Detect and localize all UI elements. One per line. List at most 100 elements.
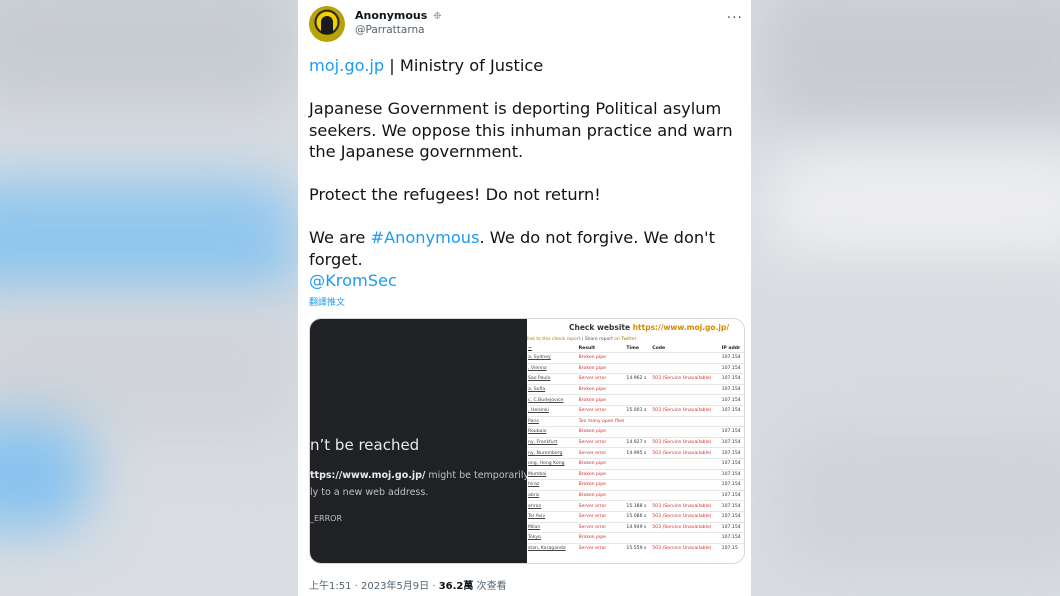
- results-row: Tel Aviv Server error 15.086 s 503 (Service…: [527, 510, 744, 522]
- results-row: a, Sofia Broken pipe 107.154: [527, 383, 744, 395]
- results-cell-code: [651, 426, 721, 438]
- results-cell-loc: stan, Karaganda: [527, 542, 578, 554]
- results-cell-ip: 107.154: [720, 404, 744, 417]
- results-cell-ip: [720, 415, 744, 427]
- results-cell-code: 503 (Service Unavailable): [651, 436, 721, 448]
- results-header-cell: ~: [528, 345, 532, 351]
- results-cell-code: [651, 479, 721, 491]
- results-cell-result: Broken pipe: [577, 457, 626, 470]
- tweet-media-image[interactable]: n’t be reached ttps://www.moj.go.jp/ mig…: [309, 318, 745, 564]
- tweet-paragraph-4: We are #Anonymous. We do not forgive. We…: [309, 227, 741, 270]
- results-cell-result: Broken pipe: [577, 362, 626, 374]
- results-row: Paris Too many open files: [527, 415, 744, 427]
- results-cell-time: 14.962 s: [625, 373, 652, 385]
- results-cell-result: Broken pipe: [577, 468, 626, 480]
- results-cell-loc: ny, Nuremberg: [527, 447, 578, 459]
- results-row: c, C.Budejovice Broken pipe 107.154: [527, 394, 744, 406]
- tweet-paragraph-3: Protect the refugees! Do not return!: [309, 185, 601, 204]
- results-cell-loc: c, C.Budejovice: [527, 394, 578, 406]
- results-cell-ip: 107.154: [720, 394, 744, 406]
- tweet-card: Anonymous ❉ @Parrattarna ··· moj.go.jp |…: [298, 0, 751, 596]
- results-cell-time: 15.559 s: [625, 542, 652, 554]
- check-title: Check website https://www.moj.go.jp/: [569, 323, 729, 332]
- check-report-link: link to this check report: [527, 337, 581, 342]
- tweet-header: Anonymous ❉ @Parrattarna ···: [309, 6, 751, 46]
- results-header-row: ~ Result Time Code IP addr: [527, 344, 744, 353]
- results-row: Milan Server error 14.949 s 503 (Service Un…: [527, 521, 744, 533]
- results-cell-result: Server error: [577, 521, 626, 533]
- mention-link[interactable]: @KromSec: [309, 271, 397, 290]
- results-row: Mumbai Broken pipe 107.154: [527, 468, 744, 480]
- results-cell-loc: ny, Frankfurt: [527, 436, 578, 448]
- results-cell-code: [651, 352, 721, 364]
- author-name-text[interactable]: Anonymous: [355, 9, 427, 22]
- error-code: _ERROR: [310, 514, 343, 523]
- results-cell-time: 14.927 s: [625, 436, 652, 448]
- results-cell-code: 503 (Service Unavailable): [651, 447, 721, 459]
- results-cell-result: Server error: [577, 436, 626, 448]
- results-cell-time: [625, 468, 652, 480]
- moj-link[interactable]: moj.go.jp: [309, 56, 384, 75]
- tweet-paragraph-4-a: We are: [309, 228, 371, 247]
- check-url: https://www.moj.go.jp/: [632, 323, 730, 332]
- results-cell-result: Broken pipe: [577, 426, 626, 438]
- results-cell-loc: Sao Paulo: [527, 373, 578, 385]
- results-cell-time: [625, 415, 652, 427]
- results-cell-result: Server error: [577, 447, 626, 459]
- results-cell-time: [625, 532, 652, 544]
- results-cell-result: Broken pipe: [577, 394, 626, 406]
- results-row: ong, Hong Kong Broken pipe 107.154: [527, 457, 744, 470]
- results-cell-loc: ehran: [527, 500, 578, 512]
- author-name[interactable]: Anonymous ❉: [355, 9, 442, 22]
- results-cell-result: Server error: [577, 404, 626, 417]
- tweet-paragraph-2: Japanese Government is deporting Politic…: [309, 99, 733, 161]
- check-subtitle: link to this check report | Share report…: [527, 337, 636, 342]
- results-cell-loc: ong, Hong Kong: [527, 457, 578, 470]
- tweet-line-1-rest: | Ministry of Justice: [384, 56, 544, 75]
- avatar[interactable]: [309, 6, 345, 42]
- results-row: Roubaix Broken pipe 107.154: [527, 426, 744, 438]
- translate-link[interactable]: 翻譯推文: [309, 295, 345, 308]
- results-cell-ip: 107.154: [720, 373, 744, 385]
- author-handle[interactable]: @Parrattarna: [355, 24, 425, 36]
- results-cell-ip: 107.154: [720, 362, 744, 374]
- results-cell-ip: 107.154: [720, 500, 744, 512]
- results-cell-loc: abriz: [527, 489, 578, 501]
- more-options-icon[interactable]: ···: [727, 10, 743, 26]
- error-message-2: ly to a new web address.: [310, 487, 429, 498]
- results-header-cell: IP addr: [721, 345, 741, 351]
- results-cell-ip: 107.154: [720, 383, 744, 395]
- results-row: hiraz Broken pipe 107.154: [527, 479, 744, 491]
- results-cell-ip: 107.154: [720, 457, 744, 470]
- results-cell-time: [625, 457, 652, 470]
- results-cell-code: 503 (Service Unavailable): [651, 404, 721, 417]
- check-twitter: on Twitter: [614, 337, 637, 342]
- results-cell-time: [625, 394, 652, 406]
- results-cell-time: 14.949 s: [625, 521, 652, 533]
- results-cell-ip: 107.154: [720, 521, 744, 533]
- results-cell-ip: 107.154: [720, 447, 744, 459]
- results-cell-result: Broken pipe: [577, 383, 626, 395]
- results-cell-code: 503 (Service Unavailable): [651, 373, 721, 385]
- check-title-text: Check website: [569, 323, 633, 332]
- results-cell-code: 503 (Service Unavailable): [651, 510, 721, 522]
- results-cell-loc: , Vienna: [527, 362, 578, 374]
- hashtag-link[interactable]: #Anonymous: [371, 228, 480, 247]
- results-row: Tokyo Broken pipe 107.154: [527, 532, 744, 544]
- results-cell-time: [625, 489, 652, 501]
- results-cell-ip: 107.154: [720, 479, 744, 491]
- results-table: ~ Result Time Code IP addr a, Sydney Broken p…: [527, 344, 744, 554]
- results-cell-ip: 107.154: [720, 352, 744, 364]
- results-cell-loc: a, Sydney: [527, 352, 578, 364]
- results-cell-result: Broken pipe: [577, 532, 626, 544]
- results-cell-time: 15.001 s: [625, 404, 652, 417]
- results-cell-ip: 107.154: [720, 426, 744, 438]
- results-cell-code: [651, 532, 721, 544]
- tweet-timestamp[interactable]: 上午1:51 · 2023年5月9日 ·: [309, 581, 439, 592]
- results-cell-loc: Tel Aviv: [527, 510, 578, 522]
- error-url-suffix: might be temporarily: [425, 470, 527, 481]
- results-cell-loc: a, Sofia: [527, 383, 578, 395]
- results-cell-result: Broken pipe: [577, 352, 626, 364]
- results-cell-time: [625, 352, 652, 364]
- results-cell-code: 503 (Service Unavailable): [651, 521, 721, 533]
